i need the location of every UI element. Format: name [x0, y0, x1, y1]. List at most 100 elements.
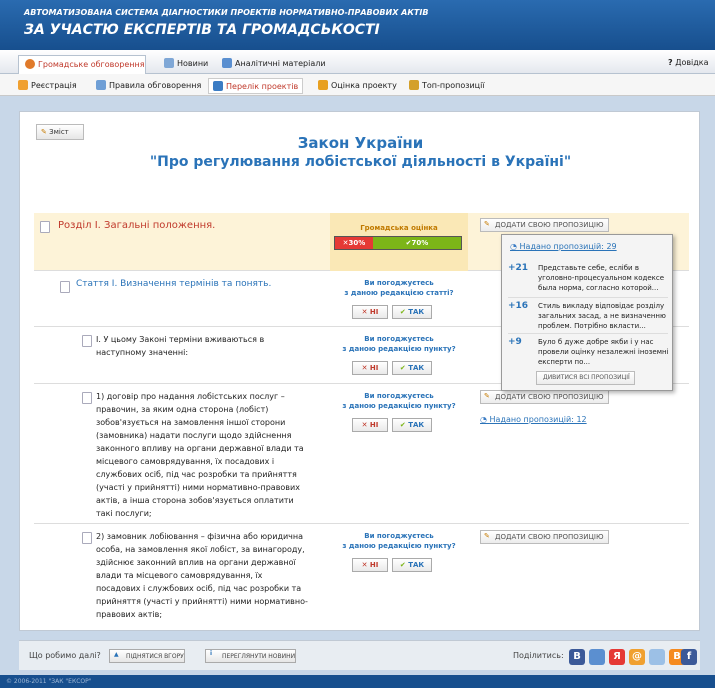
point-text: I. У цьому Законі терміни вживаються в н… [96, 335, 265, 357]
add-proposal-button[interactable]: ✎ ДОДАТИ СВОЮ ПРОПОЗИЦІЮ [480, 530, 609, 544]
document-icon [60, 281, 70, 293]
section-title[interactable]: Розділ I. Загальні положення. [58, 220, 215, 231]
check-icon: ✔ [399, 421, 406, 429]
proposals-count-link[interactable]: ◔ Надано пропозицій: 12 [480, 415, 587, 424]
proposal-text: Було б дуже добре якби і у нас провели о… [538, 338, 669, 366]
tab-top-proposals[interactable]: Топ-пропозиції [405, 78, 489, 94]
agree-button[interactable]: ✔ ТАК [392, 558, 432, 572]
header-subtitle: АВТОМАТИЗОВАНА СИСТЕМА ДІАГНОСТИКИ ПРОЕК… [24, 8, 429, 17]
tab-label: Оцінка проекту [331, 81, 397, 90]
view-news-button[interactable]: i ПЕРЕГЛЯНУТИ НОВИНИ [205, 649, 297, 663]
yes-label: ТАК [408, 561, 425, 569]
tab-label: Аналітичні матеріали [235, 59, 326, 68]
point-text: 1) договір про надання лобістських послу… [96, 392, 304, 518]
disagree-button[interactable]: ✕ НІ [352, 305, 388, 319]
proposals-popup: ◔ Надано пропозицій: 29 +21 Представьте … [501, 234, 673, 391]
what-next-label: Що робимо далі? [29, 651, 101, 660]
proposals-count-link[interactable]: ◔ Надано пропозицій: 29 [510, 242, 617, 251]
social-b-icon[interactable]: B [569, 649, 585, 665]
scroll-top-label: ПІДНЯТИСЯ ВГОРУ [126, 653, 184, 660]
social-yandex-icon[interactable]: Я [609, 649, 625, 665]
users-icon [18, 80, 28, 90]
info-icon: i [210, 650, 213, 657]
add-proposal-label: ДОДАТИ СВОЮ ПРОПОЗИЦІЮ [495, 393, 604, 401]
agree-button[interactable]: ✔ ТАК [392, 361, 432, 375]
for-value: 70% [411, 239, 429, 247]
rating-cell: Громадська оцінка ✕30% ✔70% [330, 213, 468, 271]
disagree-button[interactable]: ✕ НІ [352, 418, 388, 432]
rating-label: Громадська оцінка [360, 224, 438, 232]
comment-icon: ◔ [510, 242, 517, 251]
x-icon: ✕ [361, 421, 368, 429]
copyright: © 2006-2011 "ЗАК "ЕКСОР" [0, 675, 715, 688]
document-icon [82, 532, 92, 544]
view-all-proposals-button[interactable]: ДИВИТИСЯ ВСІ ПРОПОЗИЦІЇ [536, 371, 635, 385]
proposal-score: +21 [508, 263, 529, 273]
document-icon [40, 221, 50, 233]
tab-label: Громадське обговорення [38, 60, 145, 69]
help-icon: ? [668, 58, 673, 67]
proposal-text: Представьте себе, есліби в уголовно-проц… [538, 264, 665, 292]
header-title: ЗА УЧАСТЮ ЕКСПЕРТІВ ТА ГРОМАДСЬКОСТІ [24, 22, 380, 38]
scroll-top-button[interactable]: ▲ ПІДНЯТИСЯ ВГОРУ [109, 649, 185, 663]
check-icon: ✔ [399, 364, 406, 372]
discussion-icon [25, 59, 35, 69]
sub-navigation: Реєстрація Правила обговорення Перелік п… [0, 74, 715, 96]
tab-registration[interactable]: Реєстрація [14, 78, 81, 94]
yes-label: ТАК [408, 364, 425, 372]
social-facebook-icon[interactable]: f [681, 649, 697, 665]
tab-project-rating[interactable]: Оцінка проекту [314, 78, 401, 94]
tab-public-discussion[interactable]: Громадське обговорення [18, 55, 146, 74]
add-proposal-label: ДОДАТИ СВОЮ ПРОПОЗИЦІЮ [495, 533, 604, 541]
yes-label: ТАК [408, 421, 425, 429]
pencil-icon: ✎ [484, 220, 490, 228]
add-proposal-button[interactable]: ✎ ДОДАТИ СВОЮ ПРОПОЗИЦІЮ [480, 218, 609, 232]
help-link[interactable]: ? Довідка [662, 55, 715, 74]
add-proposal-button[interactable]: ✎ ДОДАТИ СВОЮ ПРОПОЗИЦІЮ [480, 390, 609, 404]
proposal-item[interactable]: +16 Стиль викладу відповідає розділу заг… [508, 297, 668, 331]
analytics-icon [222, 58, 232, 68]
social-mail-icon[interactable]: @ [629, 649, 645, 665]
rating-bar: ✕30% ✔70% [334, 236, 462, 250]
pencil-icon: ✎ [484, 532, 490, 540]
point-text: 2) замовник лобіювання – фізична або юри… [96, 532, 308, 619]
tab-project-list[interactable]: Перелік проектів [208, 78, 304, 94]
document-icon [82, 335, 92, 347]
point-row: 2) замовник лобіювання – фізична або юри… [34, 524, 689, 626]
against-value: 30% [348, 239, 366, 247]
agree-question: Ви погоджуєтесь з даною редакцією пункту… [342, 532, 456, 550]
comment-icon: ◔ [480, 415, 487, 424]
tab-label: Топ-пропозиції [422, 81, 485, 90]
disagree-button[interactable]: ✕ НІ [352, 361, 388, 375]
tab-rules[interactable]: Правила обговорення [92, 78, 205, 94]
rating-icon [318, 80, 328, 90]
x-icon: ✕ [361, 364, 368, 372]
law-name: "Про регулювання лобістської діяльності … [149, 154, 572, 170]
proposals-count: Надано пропозицій: 29 [519, 242, 617, 251]
proposal-text: Стиль викладу відповідає розділу загальн… [538, 302, 666, 330]
view-news-label: ПЕРЕГЛЯНУТИ НОВИНИ [222, 653, 296, 660]
social-bookmark-icon[interactable] [589, 649, 605, 665]
no-label: НІ [369, 364, 379, 372]
footer-bar: Що робимо далі? ▲ ПІДНЯТИСЯ ВГОРУ i ПЕРЕГЛ… [19, 640, 700, 670]
add-proposal-label: ДОДАТИ СВОЮ ПРОПОЗИЦІЮ [495, 221, 604, 229]
tab-news[interactable]: Новини [158, 55, 214, 74]
article-title[interactable]: Стаття I. Визначення термінів та понять. [76, 279, 271, 289]
agree-question: Ви погоджуєтесь з даною редакцією пункту… [342, 392, 456, 410]
rating-for: ✔70% [372, 237, 461, 249]
proposal-item[interactable]: +21 Представьте себе, есліби в уголовно-… [508, 263, 668, 297]
arrow-up-icon: ▲ [114, 651, 119, 658]
proposal-item[interactable]: +9 Було б дуже добре якби і у нас провел… [508, 333, 669, 367]
pencil-icon: ✎ [484, 392, 490, 400]
agree-button[interactable]: ✔ ТАК [392, 418, 432, 432]
tab-analytics[interactable]: Аналітичні матеріали [216, 55, 332, 74]
main-navigation: Громадське обговорення Новини Аналітичні… [0, 50, 715, 74]
no-label: НІ [369, 561, 379, 569]
point-row: 1) договір про надання лобістських послу… [34, 384, 689, 524]
check-icon: ✔ [399, 308, 406, 316]
agree-button[interactable]: ✔ ТАК [392, 305, 432, 319]
tab-label: Новини [177, 59, 209, 68]
law-title: Закон України [297, 134, 424, 152]
social-link-icon[interactable] [649, 649, 665, 665]
disagree-button[interactable]: ✕ НІ [352, 558, 388, 572]
